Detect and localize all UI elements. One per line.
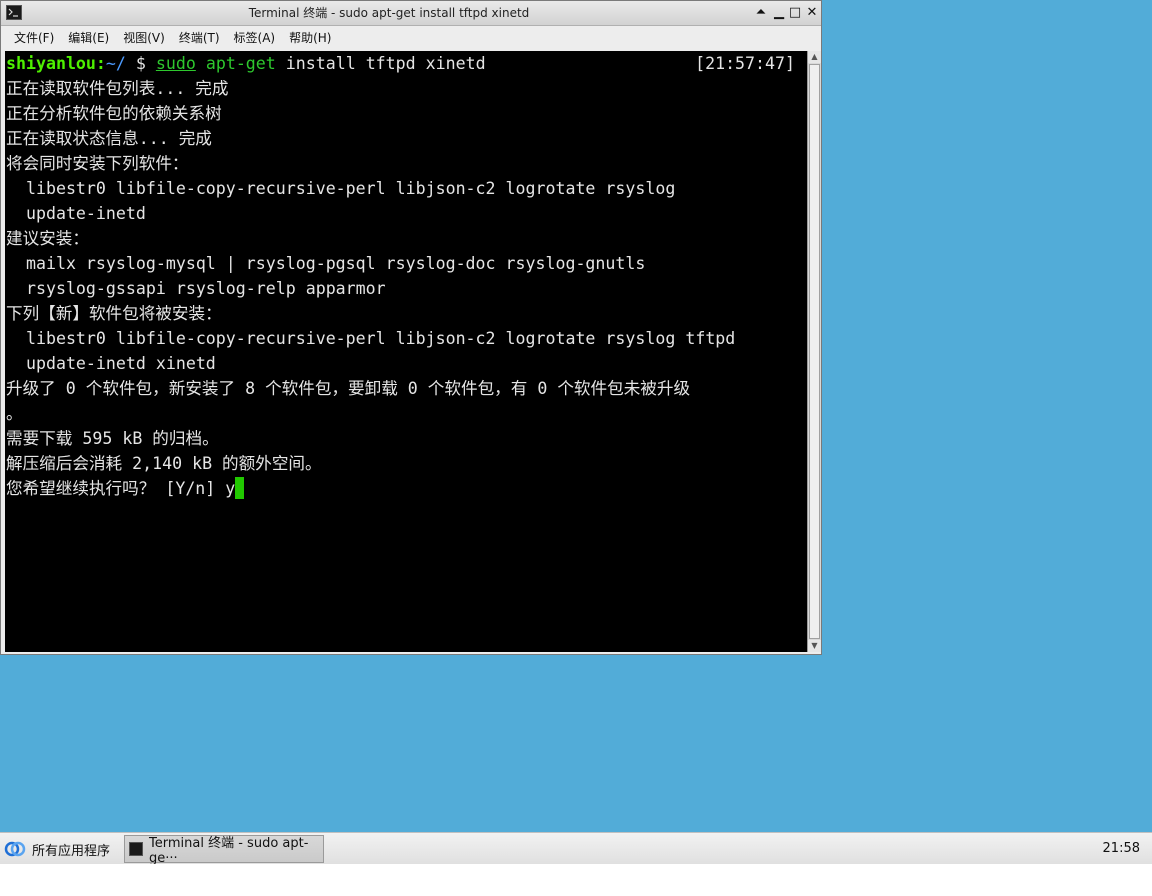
command-args: install tftpd xinetd (275, 54, 486, 73)
input-prompt: 您希望继续执行吗？ [Y/n] (6, 479, 226, 498)
bottom-strip (0, 864, 1152, 896)
output-line: libestr0 libfile-copy-recursive-perl lib… (6, 179, 676, 198)
output-line: 需要下载 595 kB 的归档。 (6, 429, 219, 448)
command-apt-get: apt-get (205, 54, 276, 73)
window-titlebar[interactable]: Terminal 终端 - sudo apt-get install tftpd… (1, 1, 821, 26)
prompt-user: shiyanlou: (6, 54, 106, 73)
menu-terminal[interactable]: 终端(T) (172, 27, 227, 49)
taskbar-item-terminal[interactable]: Terminal 终端 - sudo apt-ge··· (124, 835, 324, 866)
taskbar-item-label: Terminal 终端 - sudo apt-ge··· (149, 836, 309, 866)
minimize-button[interactable]: ▁ (771, 5, 787, 21)
shade-button[interactable]: ⏶ (753, 5, 769, 21)
terminal-text: shiyanlou:~/ $ sudo apt-get install tftp… (5, 51, 807, 501)
prompt-timestamp: [21:57:47] (695, 54, 795, 73)
output-line: 升级了 0 个软件包，新安装了 8 个软件包，要卸载 0 个软件包，有 0 个软… (6, 379, 691, 398)
applications-menu-label: 所有应用程序 (32, 843, 111, 859)
output-line: 下列【新】软件包将被安装： (6, 304, 222, 323)
output-line: update-inetd (6, 204, 146, 223)
menu-tabs[interactable]: 标签(A) (227, 27, 283, 49)
scroll-thumb[interactable] (809, 64, 820, 639)
applications-logo-icon (4, 841, 26, 857)
output-line: 正在分析软件包的依赖关系树 (6, 104, 222, 123)
maximize-button[interactable]: □ (787, 5, 803, 21)
scroll-down-arrow-icon[interactable]: ▼ (808, 640, 821, 652)
menubar: 文件(F) 编辑(E) 视图(V) 终端(T) 标签(A) 帮助(H) (1, 26, 821, 49)
menu-edit[interactable]: 编辑(E) (61, 27, 116, 49)
menu-view[interactable]: 视图(V) (116, 27, 172, 49)
window-title: Terminal 终端 - sudo apt-get install tftpd… (248, 6, 530, 20)
output-line: update-inetd xinetd (6, 354, 216, 373)
output-line: rsyslog-gssapi rsyslog-relp apparmor (6, 279, 386, 298)
menu-help[interactable]: 帮助(H) (282, 27, 338, 49)
command-sudo: sudo (155, 54, 196, 73)
output-line: 正在读取状态信息... 完成 (6, 129, 212, 148)
terminal-output[interactable]: shiyanlou:~/ $ sudo apt-get install tftp… (5, 51, 807, 652)
output-line: 将会同时安装下列软件： (6, 154, 189, 173)
taskbar-clock[interactable]: 21:58 (1103, 833, 1140, 865)
command-space (196, 54, 206, 73)
prompt-path: ~/ (105, 54, 126, 73)
output-line: 解压缩后会消耗 2,140 kB 的额外空间。 (6, 454, 322, 473)
menu-file[interactable]: 文件(F) (7, 27, 61, 49)
vertical-scrollbar[interactable]: ▲ ▼ (807, 51, 821, 652)
terminal-window[interactable]: Terminal 终端 - sudo apt-get install tftpd… (0, 0, 822, 655)
applications-menu-button[interactable]: 所有应用程序 (4, 836, 110, 862)
input-value[interactable]: y (225, 479, 235, 498)
output-line: 。 (6, 404, 23, 423)
prompt-symbol: $ (125, 54, 156, 73)
output-line: 正在读取软件包列表... 完成 (6, 79, 229, 98)
output-line: mailx rsyslog-mysql | rsyslog-pgsql rsys… (6, 254, 646, 273)
taskbar: 所有应用程序 Terminal 终端 - sudo apt-ge··· 21:5… (0, 832, 1152, 866)
terminal-icon (129, 842, 144, 856)
output-line: libestr0 libfile-copy-recursive-perl lib… (6, 329, 736, 348)
output-line: 建议安装： (6, 229, 89, 248)
close-button[interactable]: ✕ (804, 5, 820, 21)
text-cursor (235, 477, 245, 499)
scroll-up-arrow-icon[interactable]: ▲ (808, 51, 821, 63)
